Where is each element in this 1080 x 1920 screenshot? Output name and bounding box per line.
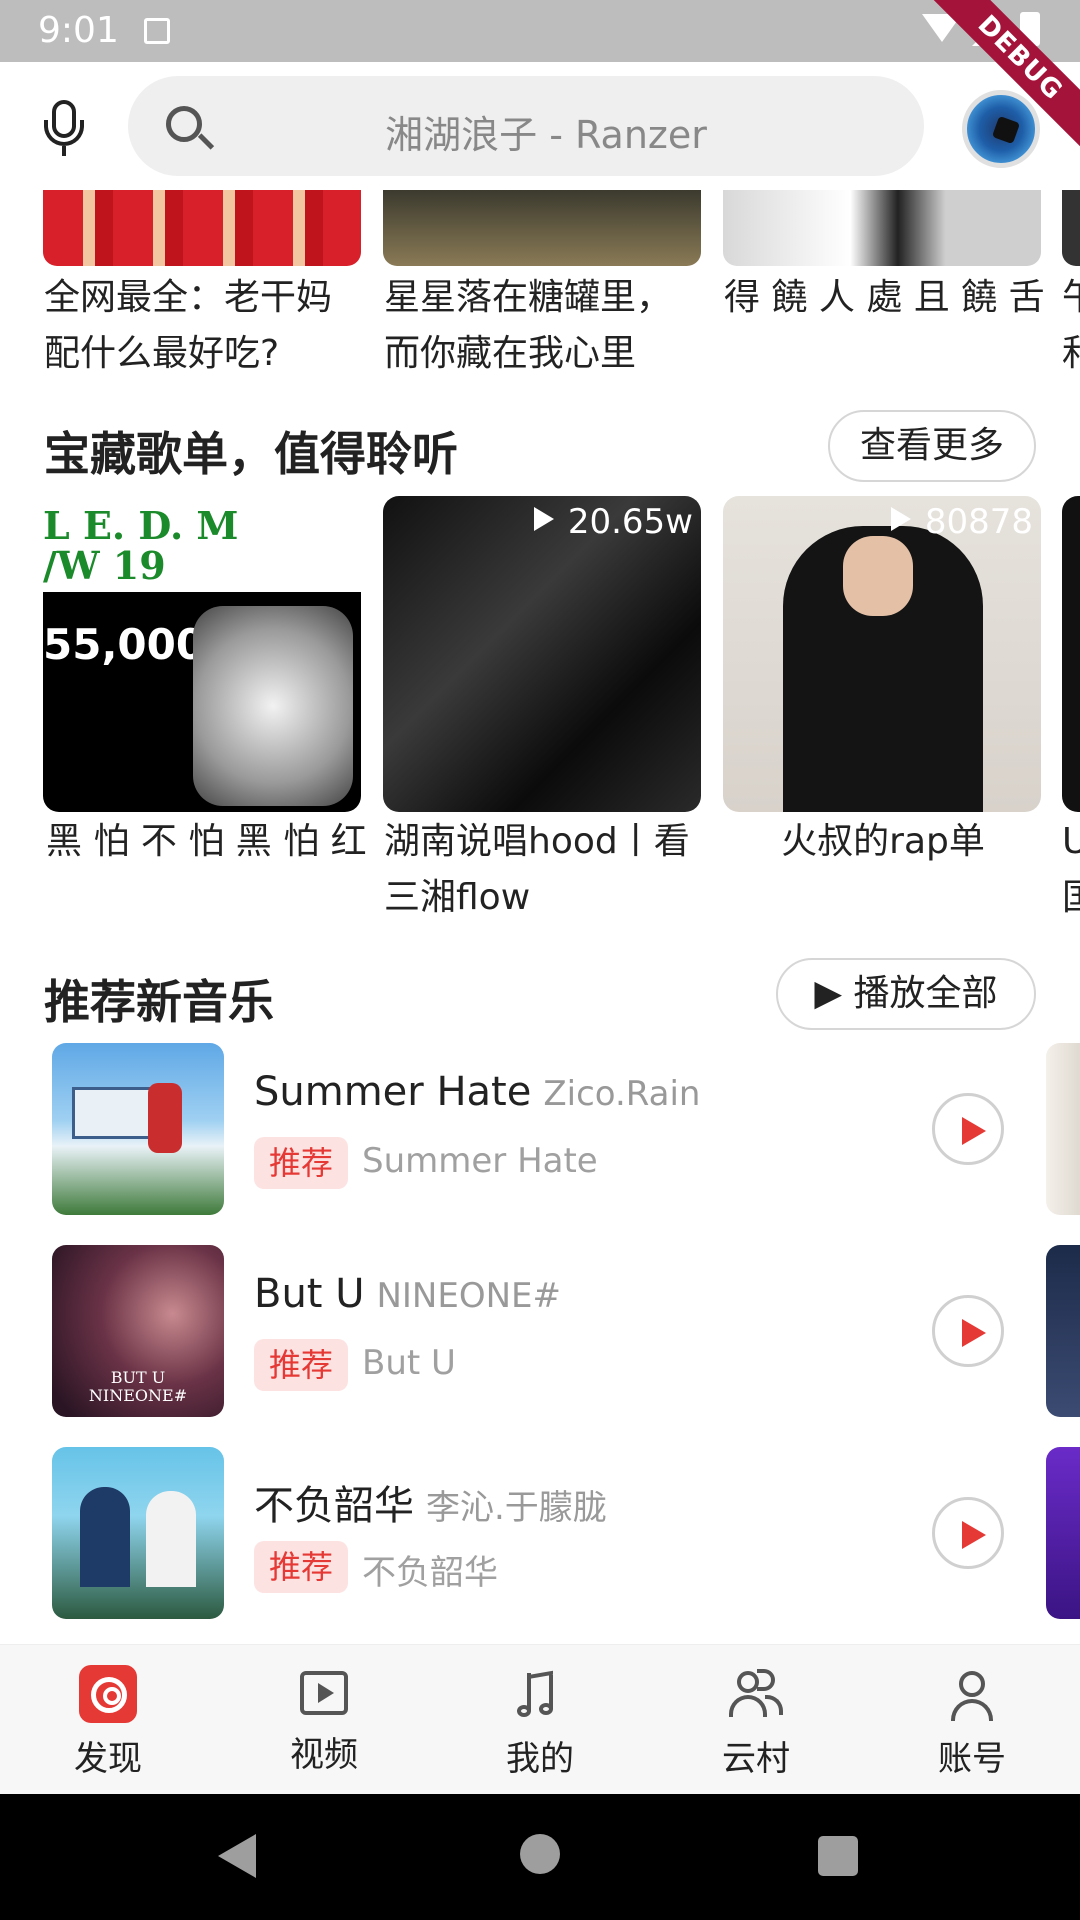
song-cover xyxy=(1046,1043,1080,1215)
recent-apps-icon[interactable] xyxy=(818,1836,858,1876)
back-icon[interactable] xyxy=(218,1834,256,1878)
song-subtitle: But U xyxy=(362,1343,456,1383)
recommend-badge: 推荐 xyxy=(254,1541,348,1593)
search-bar[interactable]: 湘湖浪子 - Ranzer xyxy=(128,76,924,176)
section-title-playlists: 宝藏歌单，值得聆听 xyxy=(44,427,458,481)
play-count: 80878 xyxy=(890,502,1033,542)
card-image[interactable] xyxy=(43,190,361,266)
song-cover xyxy=(52,1043,224,1215)
playlist-cover[interactable]: 80878 xyxy=(723,496,1041,812)
song-title: But U NINEONE# xyxy=(254,1271,562,1317)
video-icon xyxy=(300,1671,348,1715)
playlist-title[interactable]: U 国 xyxy=(1062,814,1080,926)
view-more-button[interactable]: 查看更多 xyxy=(828,410,1036,482)
play-icon xyxy=(533,507,554,531)
playlist-title[interactable]: 湖南说唱hood丨看 三湘flow xyxy=(384,814,714,926)
card-caption[interactable]: 全网最全：老干妈 配什么最好吃? xyxy=(44,270,374,380)
card-image[interactable] xyxy=(723,190,1041,266)
play-icon xyxy=(962,1521,986,1549)
status-bar: 9:01 xyxy=(0,0,1080,62)
song-row[interactable]: Summer Hate Zico.Rain 推荐 Summer Hate xyxy=(0,1043,1080,1223)
song-row[interactable]: 不负韶华 李沁.于朦胧 推荐 不负韶华 xyxy=(0,1447,1080,1627)
search-placeholder: 湘湖浪子 - Ranzer xyxy=(385,113,707,157)
play-icon xyxy=(962,1117,986,1145)
card-image[interactable] xyxy=(1062,190,1080,266)
section-title-new-music: 推荐新音乐 xyxy=(44,975,274,1029)
top-card-row: 全网最全：老干妈 配什么最好吃? 星星落在糖罐里， 而你藏在我心里 得 饒 人 … xyxy=(0,190,1080,380)
song-cover xyxy=(1046,1447,1080,1619)
music-note-icon xyxy=(511,1665,569,1723)
nav-video[interactable]: 视频 xyxy=(254,1665,394,1785)
song-subtitle: 不负韶华 xyxy=(362,1553,498,1593)
play-button[interactable] xyxy=(932,1295,1004,1367)
play-button[interactable] xyxy=(932,1093,1004,1165)
notification-icon xyxy=(144,18,170,44)
play-icon xyxy=(962,1319,986,1347)
song-title: Summer Hate Zico.Rain xyxy=(254,1069,701,1115)
card-image[interactable] xyxy=(383,190,701,266)
status-time: 9:01 xyxy=(38,10,119,51)
playlist-row: L E. D. M/W 19 55,000.00$ 20.65w 80878 黑… xyxy=(0,496,1080,926)
user-icon xyxy=(943,1665,1001,1723)
card-caption[interactable]: 得 饒 人 處 且 饒 舌 xyxy=(724,270,1054,326)
playlist-cover[interactable] xyxy=(1062,496,1080,812)
nav-community[interactable]: 云村 xyxy=(686,1665,826,1785)
people-icon xyxy=(727,1665,785,1723)
nav-discover[interactable]: 发现 xyxy=(38,1665,178,1785)
playlist-title[interactable]: 黑 怕 不 怕 黑 怕 红 xyxy=(46,814,376,870)
system-nav-bar xyxy=(0,1794,1080,1920)
avatar[interactable] xyxy=(962,90,1040,168)
play-count: 20.65w xyxy=(533,502,693,542)
song-cover xyxy=(1046,1245,1080,1417)
header: 湘湖浪子 - Ranzer xyxy=(0,62,1080,190)
song-artist: 李沁.于朦胧 xyxy=(426,1488,607,1528)
play-all-button[interactable]: ▶ 播放全部 xyxy=(776,958,1036,1030)
song-cover xyxy=(52,1447,224,1619)
card-caption[interactable]: 午 和 xyxy=(1062,270,1080,380)
song-subtitle: Summer Hate xyxy=(362,1141,598,1181)
recommend-badge: 推荐 xyxy=(254,1137,348,1189)
nav-account[interactable]: 账号 xyxy=(902,1665,1042,1785)
playlist-title[interactable]: 火叔的rap单 xyxy=(724,814,1042,870)
bottom-nav: 发现 视频 我的 云村 账号 xyxy=(0,1644,1080,1794)
song-title: 不负韶华 李沁.于朦胧 xyxy=(254,1483,607,1529)
play-icon xyxy=(890,507,911,531)
discover-icon xyxy=(79,1665,137,1723)
play-button[interactable] xyxy=(932,1497,1004,1569)
nav-mine[interactable]: 我的 xyxy=(470,1665,610,1785)
song-cover: BUT U NINEONE# xyxy=(52,1245,224,1417)
recommend-badge: 推荐 xyxy=(254,1339,348,1391)
song-artist: Zico.Rain xyxy=(543,1074,701,1114)
song-artist: NINEONE# xyxy=(376,1276,562,1316)
playlist-cover[interactable]: L E. D. M/W 19 55,000.00$ xyxy=(43,496,361,812)
card-caption[interactable]: 星星落在糖罐里， 而你藏在我心里 xyxy=(384,270,714,380)
home-icon[interactable] xyxy=(520,1834,560,1874)
microphone-icon[interactable] xyxy=(42,100,86,158)
playlist-cover[interactable]: 20.65w xyxy=(383,496,701,812)
song-row[interactable]: BUT U NINEONE# But U NINEONE# 推荐 But U xyxy=(0,1245,1080,1425)
